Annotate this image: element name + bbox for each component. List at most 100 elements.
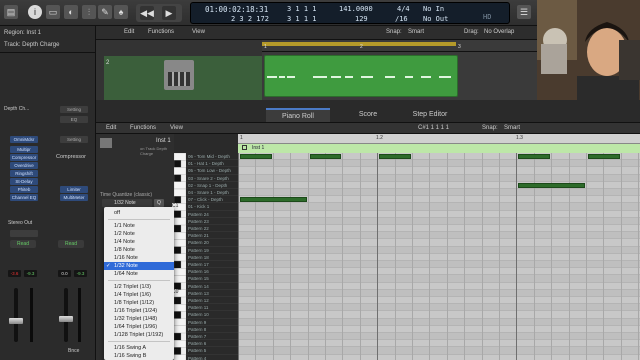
note-grid[interactable] <box>238 153 640 360</box>
piano-key[interactable] <box>173 260 182 269</box>
inspector-icon[interactable]: i <box>28 5 42 19</box>
quantize-button[interactable]: Q <box>154 199 164 207</box>
piano-key[interactable] <box>173 152 187 161</box>
piano-key[interactable] <box>173 296 182 305</box>
lane-label[interactable]: 01 - Hat 1 - Depth <box>186 160 238 168</box>
lcd-display[interactable]: 01:00:02:18:31 2 3 2 172 3 1 1 1 3 1 1 1… <box>190 2 510 24</box>
automation-read-left[interactable]: Read <box>10 240 36 248</box>
plugin-slot[interactable]: MultiMeter <box>60 194 88 201</box>
piano-key[interactable] <box>173 340 187 348</box>
lane-label[interactable]: Pattern 5 <box>186 347 238 355</box>
list-editors-icon[interactable]: ☰ <box>517 5 531 19</box>
piano-key[interactable] <box>173 217 187 226</box>
track-header-row[interactable]: 2 <box>104 56 262 100</box>
fader-cap[interactable] <box>59 316 73 322</box>
lane-label[interactable]: Pattern 24 <box>186 211 238 218</box>
quantize-option[interactable]: 1/8 Note <box>104 246 174 254</box>
pr-snap-value[interactable]: Smart <box>504 125 520 131</box>
piano-key[interactable] <box>173 246 182 254</box>
midi-note[interactable] <box>518 154 551 159</box>
piano-key[interactable] <box>173 325 187 334</box>
toolbar-icon[interactable]: ▭ <box>46 5 60 19</box>
eq-right[interactable]: EQ <box>60 116 88 123</box>
quantize-option[interactable]: ✓ 1/32 Note <box>104 262 174 270</box>
mixer-icon[interactable]: ⫶ <box>82 5 96 19</box>
library-icon[interactable]: ▤ <box>4 5 18 19</box>
editors-icon[interactable]: ✎ <box>98 5 112 19</box>
lane-label[interactable]: Pattern 12 <box>186 297 238 305</box>
midi-note[interactable] <box>588 154 620 159</box>
quantize-option[interactable]: 1/16 Note <box>104 254 174 262</box>
quantize-option[interactable]: 1/4 Note <box>104 238 174 246</box>
piano-key[interactable] <box>173 160 182 168</box>
plugin-slot[interactable]: Multipr <box>10 146 38 153</box>
quantize-option[interactable]: 1/128 Triplet (1/192) <box>104 331 174 339</box>
tracks-drag-value[interactable]: No Overlap <box>484 29 514 35</box>
lane-label[interactable]: Pattern 18 <box>186 254 238 261</box>
pr-functions-menu[interactable]: Functions <box>130 125 156 131</box>
piano-key[interactable] <box>173 174 182 182</box>
lane-label[interactable]: Pattern 6 <box>186 340 238 348</box>
tab-piano-roll[interactable]: Piano Roll <box>266 108 330 122</box>
lane-label[interactable]: Pattern 9 <box>186 319 238 326</box>
lane-label[interactable]: 02 - Snap 1 - Depth <box>186 182 238 189</box>
piano-key[interactable] <box>173 268 187 276</box>
piano-key[interactable] <box>173 253 187 262</box>
lane-label[interactable]: 04 - Snare 1 - Depth <box>186 189 238 197</box>
lane-label[interactable]: Pattern 11 <box>186 304 238 312</box>
midi-note[interactable] <box>240 197 307 203</box>
piano-key[interactable] <box>173 354 187 360</box>
track-header[interactable]: Track: Depth Charge <box>4 42 59 48</box>
quantize-option[interactable]: 1/8 Triplet (1/12) <box>104 299 174 307</box>
plugin-slot[interactable]: Compressor <box>10 154 38 161</box>
midi-fx[interactable]: OmniMdsr <box>10 136 38 143</box>
piano-key[interactable] <box>173 181 187 190</box>
lane-label[interactable]: Pattern 10 <box>186 311 238 319</box>
lane-label[interactable]: Pattern 4 <box>186 355 238 360</box>
lane-label[interactable]: Pattern 21 <box>186 232 238 240</box>
region-bar[interactable]: Inst 1 <box>238 144 640 153</box>
lane-label[interactable]: Pattern 19 <box>186 247 238 254</box>
tracks-view-menu[interactable]: View <box>192 29 205 35</box>
quantize-option[interactable]: 1/2 Note <box>104 230 174 238</box>
plugin-slot[interactable]: Limiter <box>60 186 88 193</box>
plugin-slot[interactable]: Ringshift <box>10 170 38 177</box>
lane-label[interactable]: 07 - Click - Depth <box>186 196 238 204</box>
piano-key[interactable] <box>173 210 182 218</box>
plugin-slot[interactable]: Channel EQ <box>10 194 38 201</box>
quantize-option[interactable]: 1/64 Triplet (1/96) <box>104 323 174 331</box>
cycle-region[interactable] <box>262 42 456 46</box>
quantize-option[interactable]: 1/1 Note <box>104 222 174 230</box>
lane-label[interactable]: 05 - Tom Low - Depth <box>186 167 238 175</box>
quantize-option[interactable]: 1/2 Triplet (1/3) <box>104 283 174 291</box>
play-icon[interactable]: ▶ <box>162 6 176 20</box>
tracks-edit-menu[interactable]: Edit <box>124 29 134 35</box>
piano-key[interactable] <box>173 167 187 175</box>
midi-region[interactable] <box>264 55 458 97</box>
lane-label[interactable]: Pattern 8 <box>186 326 238 333</box>
lane-label[interactable]: Pattern 22 <box>186 225 238 233</box>
piano-keyboard[interactable]: C1 C0 <box>172 152 187 360</box>
quantize-option[interactable]: 1/32 Triplet (1/48) <box>104 315 174 323</box>
region-header[interactable]: Region: Inst 1 <box>4 30 41 36</box>
quantize-option[interactable]: 1/16 Triplet (1/24) <box>104 307 174 315</box>
smart-controls-icon[interactable]: ◐ <box>64 5 78 19</box>
piano-key[interactable] <box>173 311 182 319</box>
metronome-icon[interactable]: ♠ <box>114 5 128 19</box>
automation-read-right[interactable]: Read <box>58 240 84 248</box>
setting-left[interactable]: Setting <box>60 136 88 143</box>
midi-note[interactable] <box>240 154 272 159</box>
pr-edit-menu[interactable]: Edit <box>106 125 116 131</box>
tracks-functions-menu[interactable]: Functions <box>148 29 174 35</box>
plugin-slot[interactable]: Phiteb <box>10 186 38 193</box>
quantize-select[interactable]: 1/32 Note <box>102 199 152 207</box>
lane-label[interactable]: 03 - Snare 2 - Depth <box>186 175 238 182</box>
piano-key[interactable] <box>173 224 182 233</box>
midi-note[interactable] <box>379 154 411 159</box>
midi-note[interactable] <box>518 182 585 188</box>
quantize-option[interactable]: 1/16 Swing A <box>104 344 174 352</box>
volume-fader-right[interactable] <box>64 288 68 342</box>
output-label[interactable]: Stereo Out <box>8 220 32 226</box>
bounce-label[interactable]: Bnce <box>68 348 79 354</box>
quantize-option[interactable]: off <box>104 209 174 217</box>
